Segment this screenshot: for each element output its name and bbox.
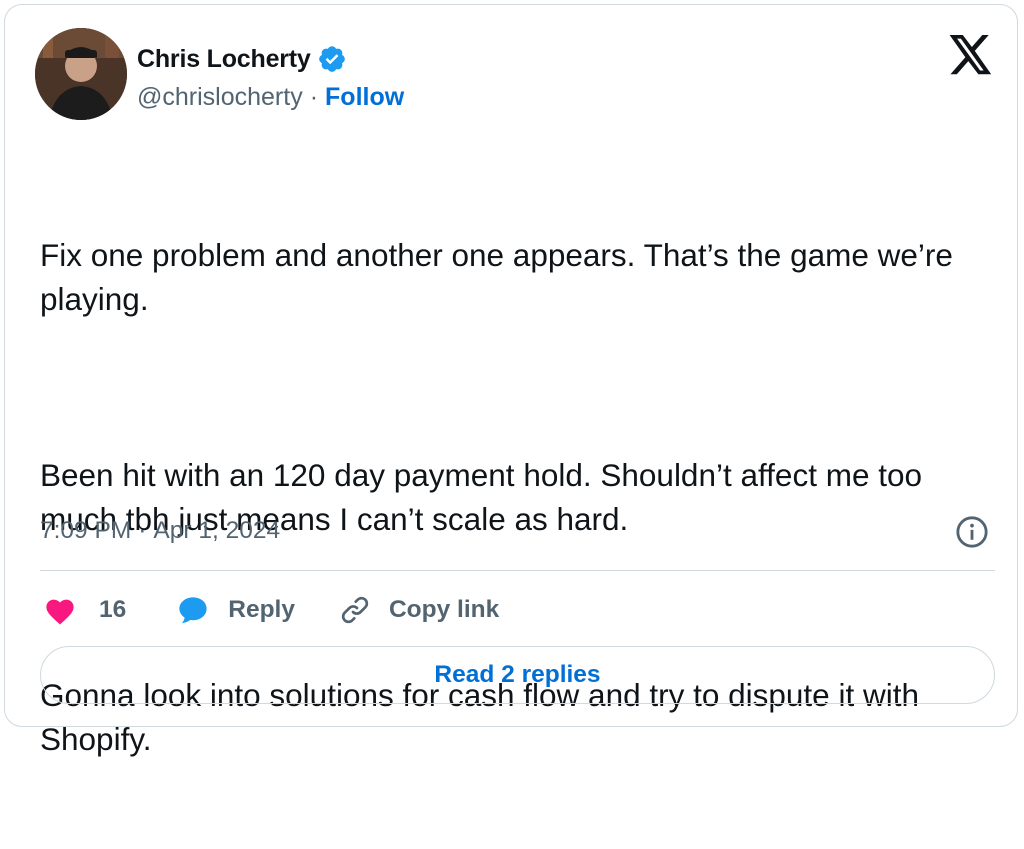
link-icon	[341, 596, 369, 624]
copy-link-button[interactable]: Copy link	[339, 594, 499, 626]
author-name-row: Chris Locherty	[137, 39, 347, 79]
speech-bubble-icon	[179, 597, 207, 624]
divider	[40, 570, 995, 571]
read-replies-label: Read 2 replies	[434, 661, 601, 688]
reply-label: Reply	[228, 596, 295, 623]
read-replies-button[interactable]: Read 2 replies	[40, 646, 995, 704]
verified-badge-icon	[318, 46, 345, 72]
avatar[interactable]	[35, 28, 127, 120]
follow-button[interactable]: Follow	[325, 83, 404, 112]
heart-icon	[46, 599, 74, 625]
handle-separator: ·	[309, 82, 319, 111]
tweet-paragraph: Fix one problem and another one appears.…	[40, 237, 962, 317]
reply-button[interactable]: Reply	[176, 594, 295, 626]
info-icon[interactable]	[955, 515, 989, 549]
avatar-image	[35, 28, 127, 120]
tweet-time: 7:09 PM	[40, 517, 132, 544]
timestamp-separator: ·	[138, 517, 147, 544]
action-bar: 16 Reply Copy link	[43, 588, 499, 632]
tweet-date: Apr 1, 2024	[153, 517, 281, 544]
author-handle[interactable]: @chrislocherty	[137, 83, 303, 112]
like-count: 16	[99, 596, 127, 623]
x-logo-icon[interactable]	[949, 35, 993, 75]
author-handle-row: @chrislocherty · Follow	[137, 79, 404, 115]
tweet-card: Chris Locherty @chrislocherty · Follow F…	[4, 4, 1018, 757]
author-name[interactable]: Chris Locherty	[137, 45, 311, 74]
tweet-timestamp[interactable]: 7:09 PM · Apr 1, 2024	[40, 511, 280, 551]
tweet-text: Fix one problem and another one appears.…	[40, 145, 990, 849]
copy-link-label: Copy link	[388, 596, 500, 623]
like-button[interactable]: 16	[43, 595, 126, 625]
